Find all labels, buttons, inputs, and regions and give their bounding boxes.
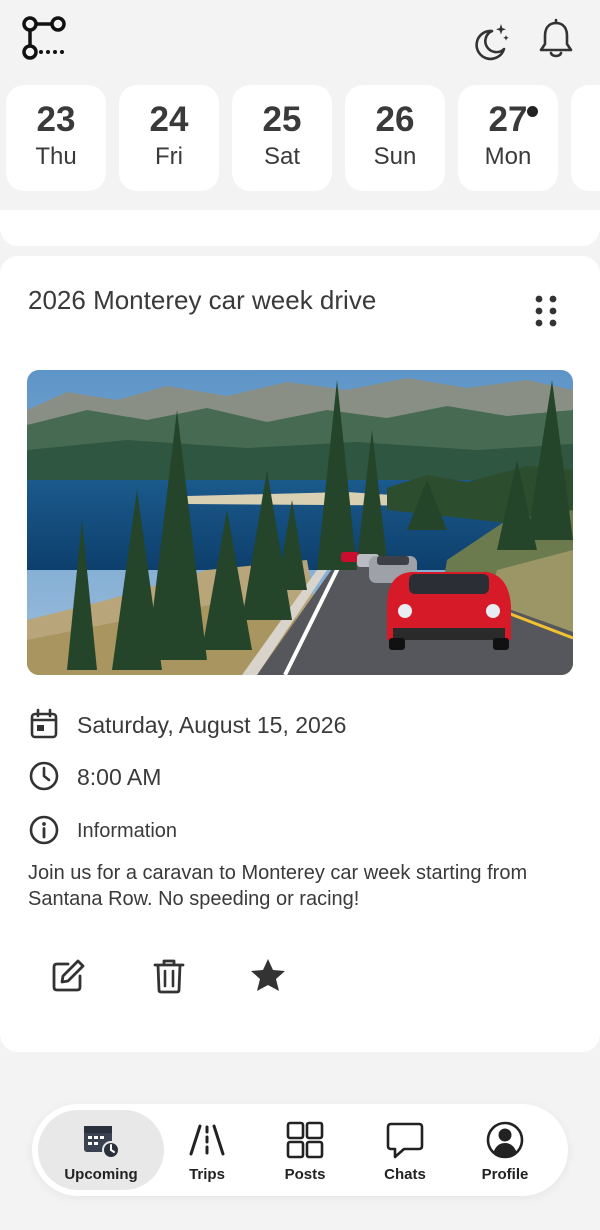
date-chip[interactable] — [571, 85, 600, 191]
event-indicator-dot — [527, 106, 538, 117]
chat-bubble-icon — [386, 1122, 424, 1159]
nav-item-posts[interactable]: Posts — [260, 1110, 350, 1190]
date-day: 23 — [36, 100, 76, 139]
event-card[interactable]: 2026 Monterey car week drive Saturday, A… — [0, 256, 600, 1052]
edit-icon[interactable] — [48, 956, 88, 996]
date-day: 26 — [375, 100, 415, 139]
previous-card — [0, 210, 600, 246]
nav-label: Trips — [189, 1166, 225, 1183]
route-icon[interactable] — [20, 14, 68, 62]
star-icon[interactable] — [248, 956, 288, 996]
date-chip[interactable]: 23 Thu — [6, 85, 106, 191]
date-weekday: Thu — [35, 143, 77, 170]
nav-item-chats[interactable]: Chats — [360, 1110, 450, 1190]
app-header — [0, 0, 600, 76]
date-weekday: Sat — [263, 143, 301, 170]
date-chip[interactable]: 26 Sun — [345, 85, 445, 191]
nav-label: Upcoming — [64, 1166, 138, 1183]
date-day: 25 — [262, 100, 302, 139]
clock-icon — [29, 761, 59, 791]
nav-label: Posts — [284, 1166, 326, 1183]
nav-item-trips[interactable]: Trips — [162, 1110, 252, 1190]
bottom-nav: Upcoming Trips Posts Chats Profile — [32, 1104, 568, 1196]
date-chip[interactable]: 25 Sat — [232, 85, 332, 191]
nav-label: Profile — [481, 1166, 529, 1183]
event-description: Join us for a caravan to Monterey car we… — [28, 862, 528, 910]
drag-handle-icon[interactable] — [530, 290, 562, 330]
grid-icon — [286, 1121, 324, 1159]
event-time: 8:00 AM — [77, 764, 162, 790]
calendar-icon — [30, 708, 58, 739]
nav-item-profile[interactable]: Profile — [460, 1110, 550, 1190]
date-day: 24 — [149, 100, 189, 139]
road-icon — [189, 1124, 225, 1156]
date-weekday: Mon — [484, 143, 532, 170]
event-title: 2026 Monterey car week drive — [28, 285, 377, 315]
event-photo — [27, 370, 573, 675]
moon-stars-icon[interactable] — [470, 22, 510, 62]
date-chip[interactable]: 24 Fri — [119, 85, 219, 191]
date-weekday: Fri — [155, 143, 183, 170]
info-icon — [29, 815, 59, 845]
event-info-label: Information — [77, 820, 178, 842]
date-strip: 23 Thu 24 Fri 25 Sat 26 Sun 27 Mon — [0, 85, 600, 193]
trash-icon[interactable] — [149, 956, 189, 996]
user-circle-icon — [486, 1121, 524, 1159]
calendar-clock-icon — [84, 1126, 120, 1159]
date-day: 27 — [488, 100, 528, 139]
date-weekday: Sun — [373, 143, 417, 170]
bell-icon[interactable] — [536, 18, 576, 60]
nav-label: Chats — [384, 1166, 426, 1183]
event-date: Saturday, August 15, 2026 — [77, 712, 347, 738]
nav-item-upcoming[interactable]: Upcoming — [38, 1110, 164, 1190]
date-chip[interactable]: 27 Mon — [458, 85, 558, 191]
